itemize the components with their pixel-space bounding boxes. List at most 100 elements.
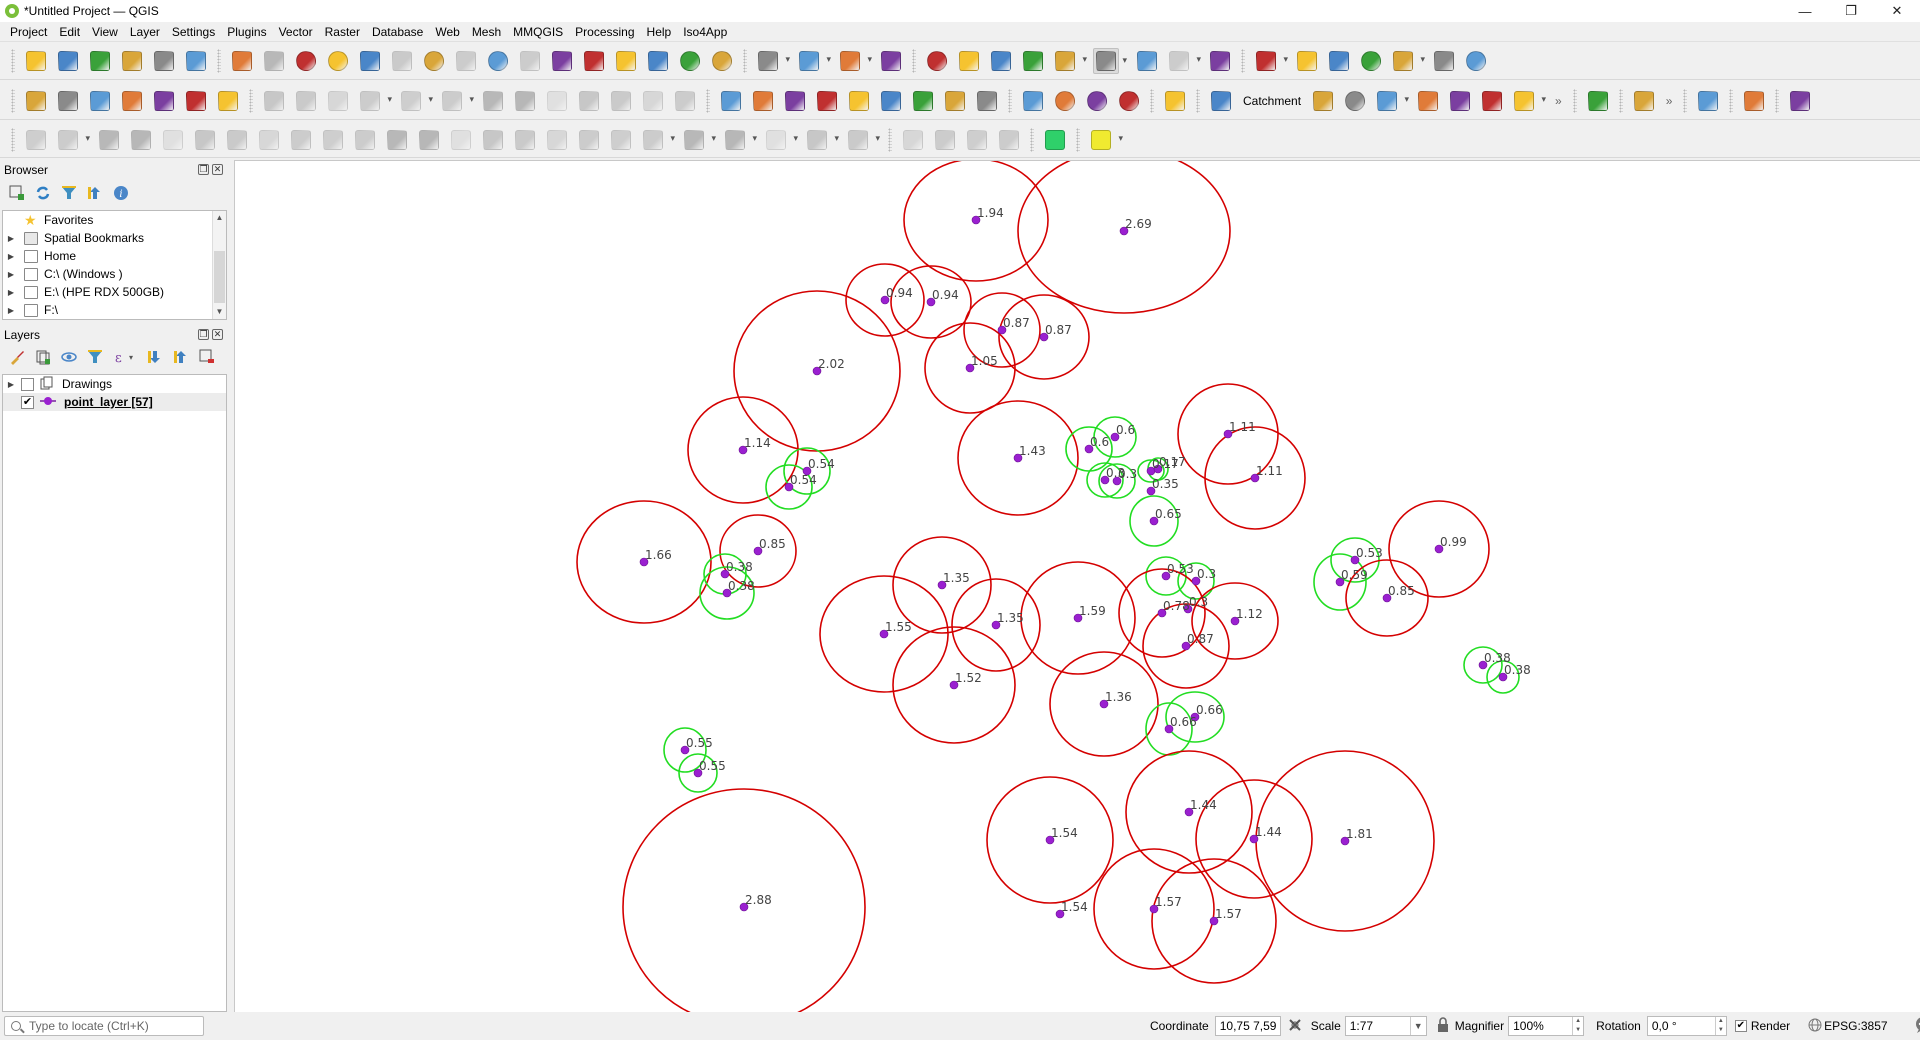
select-by-expression-button[interactable] (796, 48, 831, 74)
browser-item[interactable]: ▶ E:\ (HPE RDX 500GB) (3, 283, 226, 301)
hexagon-plugin-button[interactable] (1741, 88, 1767, 114)
processing-toolbox-button[interactable] (988, 48, 1014, 74)
toolbar-grip[interactable] (1572, 88, 1577, 113)
toolbar-grip[interactable] (1076, 127, 1080, 152)
move-point-button[interactable] (55, 127, 90, 153)
restore-button[interactable]: ❐ (1828, 0, 1874, 22)
new-3d-map-view-button[interactable] (581, 48, 607, 74)
browser-tree[interactable]: ★ Favorites ▶ Spatial Bookmarks ▶ Home ▶ C:\ (W… (2, 210, 227, 320)
refresh-icon[interactable] (34, 184, 52, 202)
digitize-point-button[interactable] (1253, 48, 1288, 74)
layers-yellow-button[interactable] (1088, 127, 1123, 153)
digitize-rectangle-button[interactable] (1326, 48, 1352, 74)
collapse-all-layers-icon[interactable] (172, 348, 190, 366)
browser-close-button[interactable]: ✕ (212, 164, 223, 175)
pan-button[interactable] (229, 48, 255, 74)
menu-processing[interactable]: Processing (569, 23, 640, 41)
digitize-line-button[interactable] (1294, 48, 1320, 74)
merge-attributes-button[interactable] (416, 127, 442, 153)
split-features-button[interactable] (384, 127, 410, 153)
filter-by-expression-icon[interactable]: ε ▾ (112, 348, 138, 366)
browser-item[interactable]: ★ Favorites (3, 211, 226, 229)
manage-visibility-icon[interactable] (60, 348, 78, 366)
toolbar-grip[interactable] (706, 88, 710, 113)
locator-input[interactable] (29, 1019, 199, 1033)
quickmapservices-search-button[interactable] (1084, 88, 1110, 114)
change-label-button[interactable] (942, 88, 968, 114)
redo-button[interactable] (672, 88, 698, 114)
rectangle-tool-button[interactable] (804, 127, 839, 153)
simplify-button[interactable] (192, 127, 218, 153)
topology-checker-button[interactable] (1631, 88, 1657, 114)
map-svg[interactable]: 1.94 2.69 0.94 0.94 0.87 0.87 2.02 1.05 1.14 0.54… (235, 161, 1920, 1013)
current-edits-button[interactable] (293, 88, 319, 114)
filter-icon[interactable] (60, 184, 78, 202)
deselect-button[interactable] (837, 48, 872, 74)
new-virtual-layer-button[interactable] (151, 88, 177, 114)
toolbar-grip[interactable] (11, 127, 15, 152)
open-attribute-table-calc-button[interactable] (956, 48, 982, 74)
render-checkbox[interactable]: ✔ (1734, 1020, 1747, 1032)
zoom-out-button[interactable] (325, 48, 351, 74)
catchment-plugin-button[interactable] (1208, 88, 1234, 114)
delete-selected-button[interactable] (512, 88, 538, 114)
digitize-polygon-red-button[interactable] (1020, 88, 1046, 114)
expand-arrow-icon[interactable]: ▶ (6, 288, 16, 297)
python-console-button[interactable] (1162, 88, 1188, 114)
messages-icon[interactable] (1914, 1016, 1920, 1037)
browser-item[interactable]: ▶ F:\ (3, 301, 226, 319)
add-ring-button[interactable] (224, 127, 250, 153)
zoom-last-button[interactable] (485, 48, 511, 74)
browser-item[interactable]: ▶ Spatial Bookmarks (3, 229, 226, 247)
menu-layer[interactable]: Layer (124, 23, 166, 41)
arc-tool-button[interactable] (681, 127, 716, 153)
toolbar-overflow-button[interactable]: » (1666, 94, 1673, 108)
vertex-tool-button[interactable] (439, 88, 474, 114)
circle-tool-button[interactable] (722, 127, 757, 153)
toolbar-grip[interactable] (1196, 88, 1200, 113)
delete-ring-button[interactable] (320, 127, 346, 153)
minimize-button[interactable]: — (1782, 0, 1828, 22)
cut-alt-button[interactable] (544, 127, 570, 153)
zoom-to-selection-button[interactable] (389, 48, 415, 74)
style-brush-icon[interactable] (8, 348, 26, 366)
zoom-next-button[interactable] (517, 48, 543, 74)
digitize-polygon-button[interactable] (1431, 48, 1457, 74)
ellipse-tool-button[interactable] (763, 127, 798, 153)
menu-edit[interactable]: Edit (53, 23, 86, 41)
chevron-down-icon[interactable]: ▼ (1409, 1017, 1426, 1035)
add-line-button[interactable] (357, 88, 392, 114)
shape-settings-button[interactable] (1463, 48, 1489, 74)
menu-raster[interactable]: Raster (319, 23, 366, 41)
binoculars-button[interactable] (1479, 88, 1505, 114)
zoom-in-button[interactable] (293, 48, 319, 74)
menu-database[interactable]: Database (366, 23, 429, 41)
digitize-circle-button[interactable] (1358, 48, 1384, 74)
statistical-summary-button[interactable] (1020, 48, 1046, 74)
save-edits-button[interactable] (325, 88, 351, 114)
crs-globe-icon[interactable] (1808, 1018, 1822, 1035)
menu-vector[interactable]: Vector (273, 23, 319, 41)
toolbar-grip[interactable] (1150, 88, 1154, 113)
save-project-button[interactable] (87, 48, 113, 74)
layers-tree[interactable]: ▶ Drawings ✔ point_layer [57] (2, 374, 227, 1012)
zoom-native-button[interactable] (453, 48, 479, 74)
new-print-layout-button[interactable] (119, 48, 145, 74)
identify-button[interactable] (924, 48, 950, 74)
new-temp-scratch-button[interactable] (183, 88, 209, 114)
close-button[interactable]: ✕ (1874, 0, 1920, 22)
lock-scale-icon[interactable] (1437, 1016, 1449, 1036)
expand-arrow-icon[interactable]: ▶ (6, 306, 16, 315)
coordinate-field[interactable]: 10,75 7,59 (1214, 1016, 1281, 1036)
measure-line-button[interactable] (1093, 47, 1127, 74)
toolbar-grip[interactable] (1241, 48, 1245, 73)
aggregate-button[interactable] (1415, 88, 1441, 114)
browser-item[interactable]: ▶ C:\ (Windows ) (3, 265, 226, 283)
scroll-thumb[interactable] (214, 251, 225, 303)
collapse-all-icon[interactable] (86, 184, 104, 202)
filter-legend-icon[interactable] (86, 348, 104, 366)
timer-button[interactable] (1342, 88, 1368, 114)
paste-button[interactable] (608, 88, 634, 114)
style-manager-button[interactable] (183, 48, 209, 74)
rotate-point-button[interactable] (640, 127, 675, 153)
